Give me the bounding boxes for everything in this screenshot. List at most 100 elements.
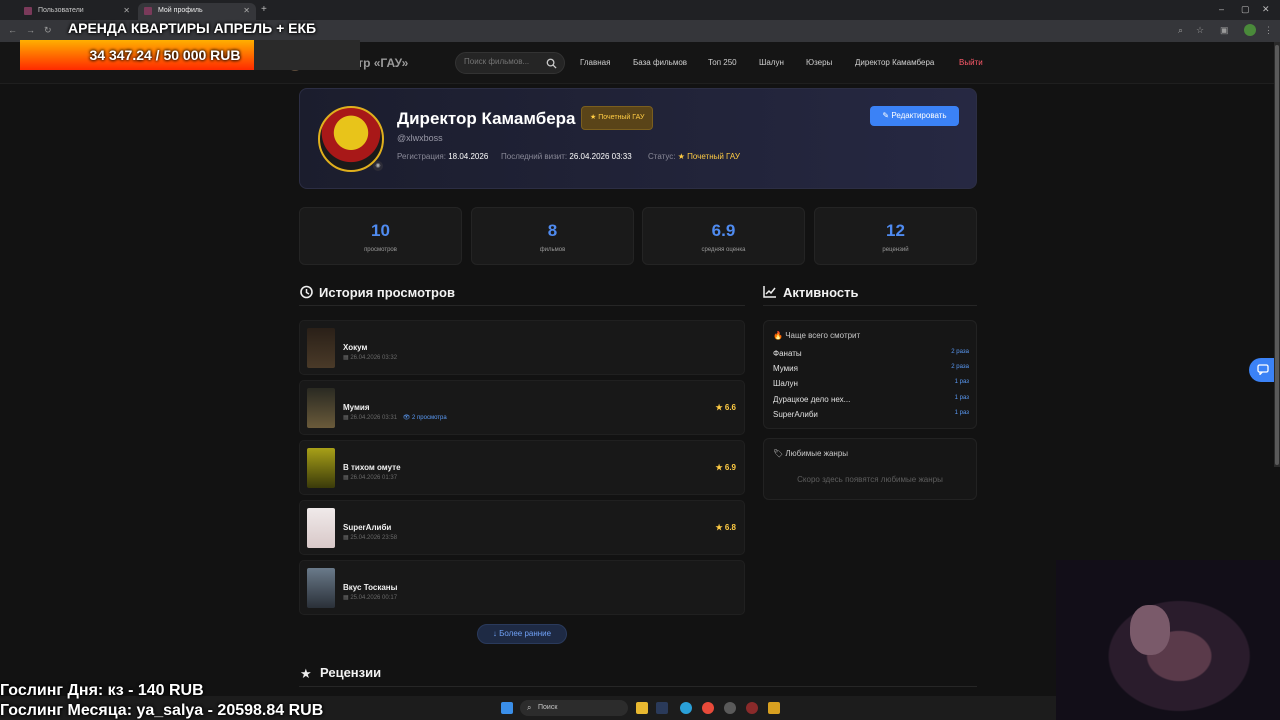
back-icon[interactable]: ←: [8, 25, 17, 35]
taskbar-search[interactable]: ⌕ Поиск: [520, 700, 628, 716]
honor-badge-label: Почетный ГАУ: [598, 114, 645, 121]
stat-avg-rating: 6.9 средняя оценка: [642, 207, 805, 265]
calendar-icon: ▦: [343, 475, 349, 481]
logout-link[interactable]: Выйти: [959, 58, 983, 67]
history-item-date: ▦ 25.04.2026 23:58: [343, 534, 397, 541]
minimize-icon[interactable]: –: [1219, 4, 1224, 14]
chart-line-icon: [763, 286, 776, 298]
cc-app-icon[interactable]: [724, 702, 736, 714]
chat-button[interactable]: [1249, 358, 1275, 382]
poster-image: [307, 568, 335, 608]
profile-name: Директор Камамбера: [397, 109, 576, 128]
scrollbar-thumb[interactable]: [1275, 45, 1279, 465]
stat-label: средняя оценка: [701, 247, 746, 253]
calendar-icon: ▦: [343, 355, 349, 361]
frequent-film-count: 1 раз: [954, 379, 969, 385]
steam-icon[interactable]: [656, 702, 668, 714]
search-box[interactable]: [455, 52, 565, 74]
menu-kebab-icon[interactable]: ⋮: [1264, 25, 1273, 36]
star-icon: ★: [715, 403, 723, 412]
search-icon[interactable]: [546, 58, 557, 69]
stat-value: 10: [371, 221, 390, 240]
browser-tab-users[interactable]: Пользователи ✕: [18, 3, 136, 20]
activity-title: Активность: [783, 285, 859, 300]
activity-divider: [763, 305, 977, 306]
frequent-film-name: SuperАлиби: [773, 410, 818, 419]
favorite-genres-header: 🏷 Любимые жанры: [773, 449, 848, 458]
camera-icon[interactable]: ◉: [373, 161, 383, 171]
maximize-icon[interactable]: ▢: [1241, 4, 1250, 15]
list-item[interactable]: Шалун 1 раз: [773, 379, 969, 391]
browser-tab-profile[interactable]: Мой профиль ✕: [138, 3, 256, 20]
user-edit-icon: ✎: [882, 111, 890, 120]
stat-films: 8 фильмов: [471, 207, 634, 265]
eye-icon: 👁: [402, 415, 411, 421]
frequent-film-count: 1 раз: [954, 395, 969, 401]
favorite-genres-empty: Скоро здесь появятся любимые жанры: [797, 475, 943, 484]
registration-label: Регистрация:: [397, 152, 446, 161]
history-item[interactable]: Хокум ▦ 26.04.2026 03:32: [299, 320, 745, 375]
tab-label: Пользователи: [38, 7, 84, 14]
list-item[interactable]: SuperАлиби 1 раз: [773, 410, 969, 422]
poster-image: [307, 328, 335, 368]
history-item-date: ▦ 26.04.2026 03:32: [343, 354, 397, 361]
history-item-date-text: 26.04.2026 03:32: [350, 355, 398, 361]
edit-profile-label: Редактировать: [891, 111, 947, 120]
last-visit-info: Последний визит: 26.04.2026 03:33: [501, 152, 632, 161]
frequent-film-count: 2 раза: [951, 364, 969, 370]
load-more-button[interactable]: ↓ Более ранние: [477, 624, 567, 644]
history-item[interactable]: SuperАлиби ▦ 25.04.2026 23:58 ★ 6.8: [299, 500, 745, 555]
frequent-film-count: 2 раза: [951, 349, 969, 355]
history-item[interactable]: Мумия ▦ 26.04.2026 03:31 👁 2 просмотра ★…: [299, 380, 745, 435]
history-item-title: Вкус Тосканы: [343, 583, 398, 592]
close-window-icon[interactable]: ✕: [1262, 4, 1270, 15]
zoom-icon[interactable]: ⌕: [1178, 25, 1183, 36]
app-icon[interactable]: [768, 702, 780, 714]
search-input[interactable]: [464, 57, 544, 66]
nav-home[interactable]: Главная: [580, 58, 610, 67]
stat-reviews: 12 рецензий: [814, 207, 977, 265]
windows-start-icon[interactable]: [501, 702, 513, 714]
tag-icon: 🏷: [773, 449, 784, 458]
favorite-genres-title: Любимые жанры: [785, 449, 849, 458]
edit-profile-button[interactable]: ✎ Редактировать: [870, 106, 959, 126]
frequent-film-name: Мумия: [773, 364, 798, 373]
chrome-icon[interactable]: [702, 702, 714, 714]
favorite-genres-card: 🏷 Любимые жанры Скоро здесь появятся люб…: [763, 438, 977, 500]
obs-icon[interactable]: [746, 702, 758, 714]
history-item-date-text: 26.04.2026 01:37: [350, 475, 398, 481]
nav-top-250[interactable]: Топ 250: [708, 58, 737, 67]
close-tab-icon[interactable]: ✕: [243, 6, 250, 15]
history-item-date-text: 26.04.2026 03:31: [350, 415, 398, 421]
history-item-date: ▦ 26.04.2026 03:31 👁 2 просмотра: [343, 414, 447, 421]
stat-label: фильмов: [539, 247, 566, 253]
history-item[interactable]: В тихом омуте ▦ 26.04.2026 01:37 ★ 6.9: [299, 440, 745, 495]
history-title: История просмотров: [319, 285, 455, 300]
status-info: Статус: ★ Почетный ГАУ: [648, 152, 740, 161]
list-item[interactable]: Фанаты 2 раза: [773, 349, 969, 361]
history-item-views: 2 просмотра: [412, 415, 447, 421]
history-item[interactable]: Вкус Тосканы ▦ 25.04.2026 00:17: [299, 560, 745, 615]
browser-tab-strip: Пользователи ✕ Мой профиль ✕ + – ▢ ✕: [0, 0, 1280, 20]
extensions-icon[interactable]: ▣: [1220, 25, 1229, 36]
frequent-film-name: Дурацкое дело нех...: [773, 395, 851, 404]
file-explorer-icon[interactable]: [636, 702, 648, 714]
history-item-rating-value: 6.8: [724, 523, 736, 532]
nav-users[interactable]: Юзеры: [806, 58, 832, 67]
forward-icon[interactable]: →: [26, 25, 35, 35]
load-more-label: Более ранние: [499, 629, 552, 638]
list-item[interactable]: Мумия 2 раза: [773, 364, 969, 376]
frequent-film-name: Фанаты: [773, 349, 802, 358]
calendar-icon: ▦: [343, 535, 349, 541]
stat-value: 8: [547, 221, 558, 240]
new-tab-button[interactable]: +: [261, 4, 267, 15]
nav-my-profile[interactable]: Директор Камамбера: [855, 58, 934, 67]
telegram-icon[interactable]: [680, 702, 692, 714]
nav-film-base[interactable]: База фильмов: [633, 58, 687, 67]
profile-avatar-icon[interactable]: [1244, 24, 1256, 36]
reload-icon[interactable]: ↻: [44, 25, 52, 36]
list-item[interactable]: Дурацкое дело нех... 1 раз: [773, 395, 969, 407]
nav-shalun[interactable]: Шалун: [759, 58, 784, 67]
bookmark-star-icon[interactable]: ☆: [1196, 25, 1204, 36]
close-tab-icon[interactable]: ✕: [123, 6, 130, 15]
